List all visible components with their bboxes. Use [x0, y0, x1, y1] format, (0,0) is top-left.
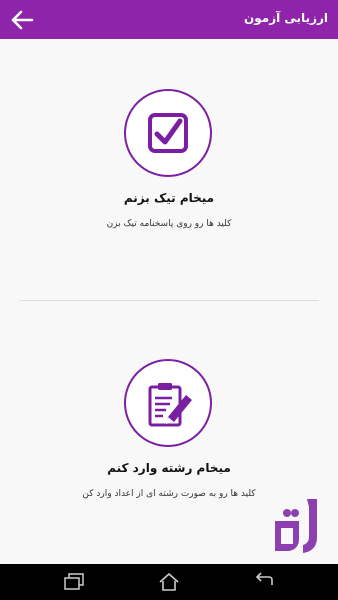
store-logo-watermark	[269, 497, 337, 563]
option-icon-circle	[124, 359, 212, 447]
recent-apps-icon	[64, 573, 84, 590]
recent-apps-button[interactable]	[62, 571, 86, 593]
divider	[19, 300, 319, 301]
option-title: میخام رشته وارد کنم	[107, 461, 231, 475]
back-button[interactable]	[8, 8, 36, 32]
home-button[interactable]	[157, 571, 181, 593]
option-tick-answers[interactable]: میخام تیک بزنم کلید ها رو روی پاسخنامه ت…	[0, 88, 338, 248]
home-icon	[159, 573, 179, 591]
back-nav-button[interactable]	[252, 571, 276, 593]
store-logo-icon	[275, 499, 317, 553]
option-icon-circle	[124, 89, 212, 177]
checkbox-checked-icon	[148, 113, 188, 153]
option-enter-string[interactable]: میخام رشته وارد کنم کلید ها رو به صورت ر…	[0, 358, 338, 518]
option-title: میخام تیک بزنم	[123, 191, 215, 205]
page-title: ارزیابی آزمون	[244, 11, 328, 25]
system-nav-bar	[0, 564, 338, 600]
arrow-back-icon	[11, 10, 34, 30]
edit-document-icon	[148, 383, 192, 427]
app-bar: ارزیابی آزمون	[0, 0, 338, 39]
back-nav-icon	[256, 572, 273, 585]
option-subtitle: کلید ها رو روی پاسخنامه تیک بزن	[106, 219, 232, 229]
